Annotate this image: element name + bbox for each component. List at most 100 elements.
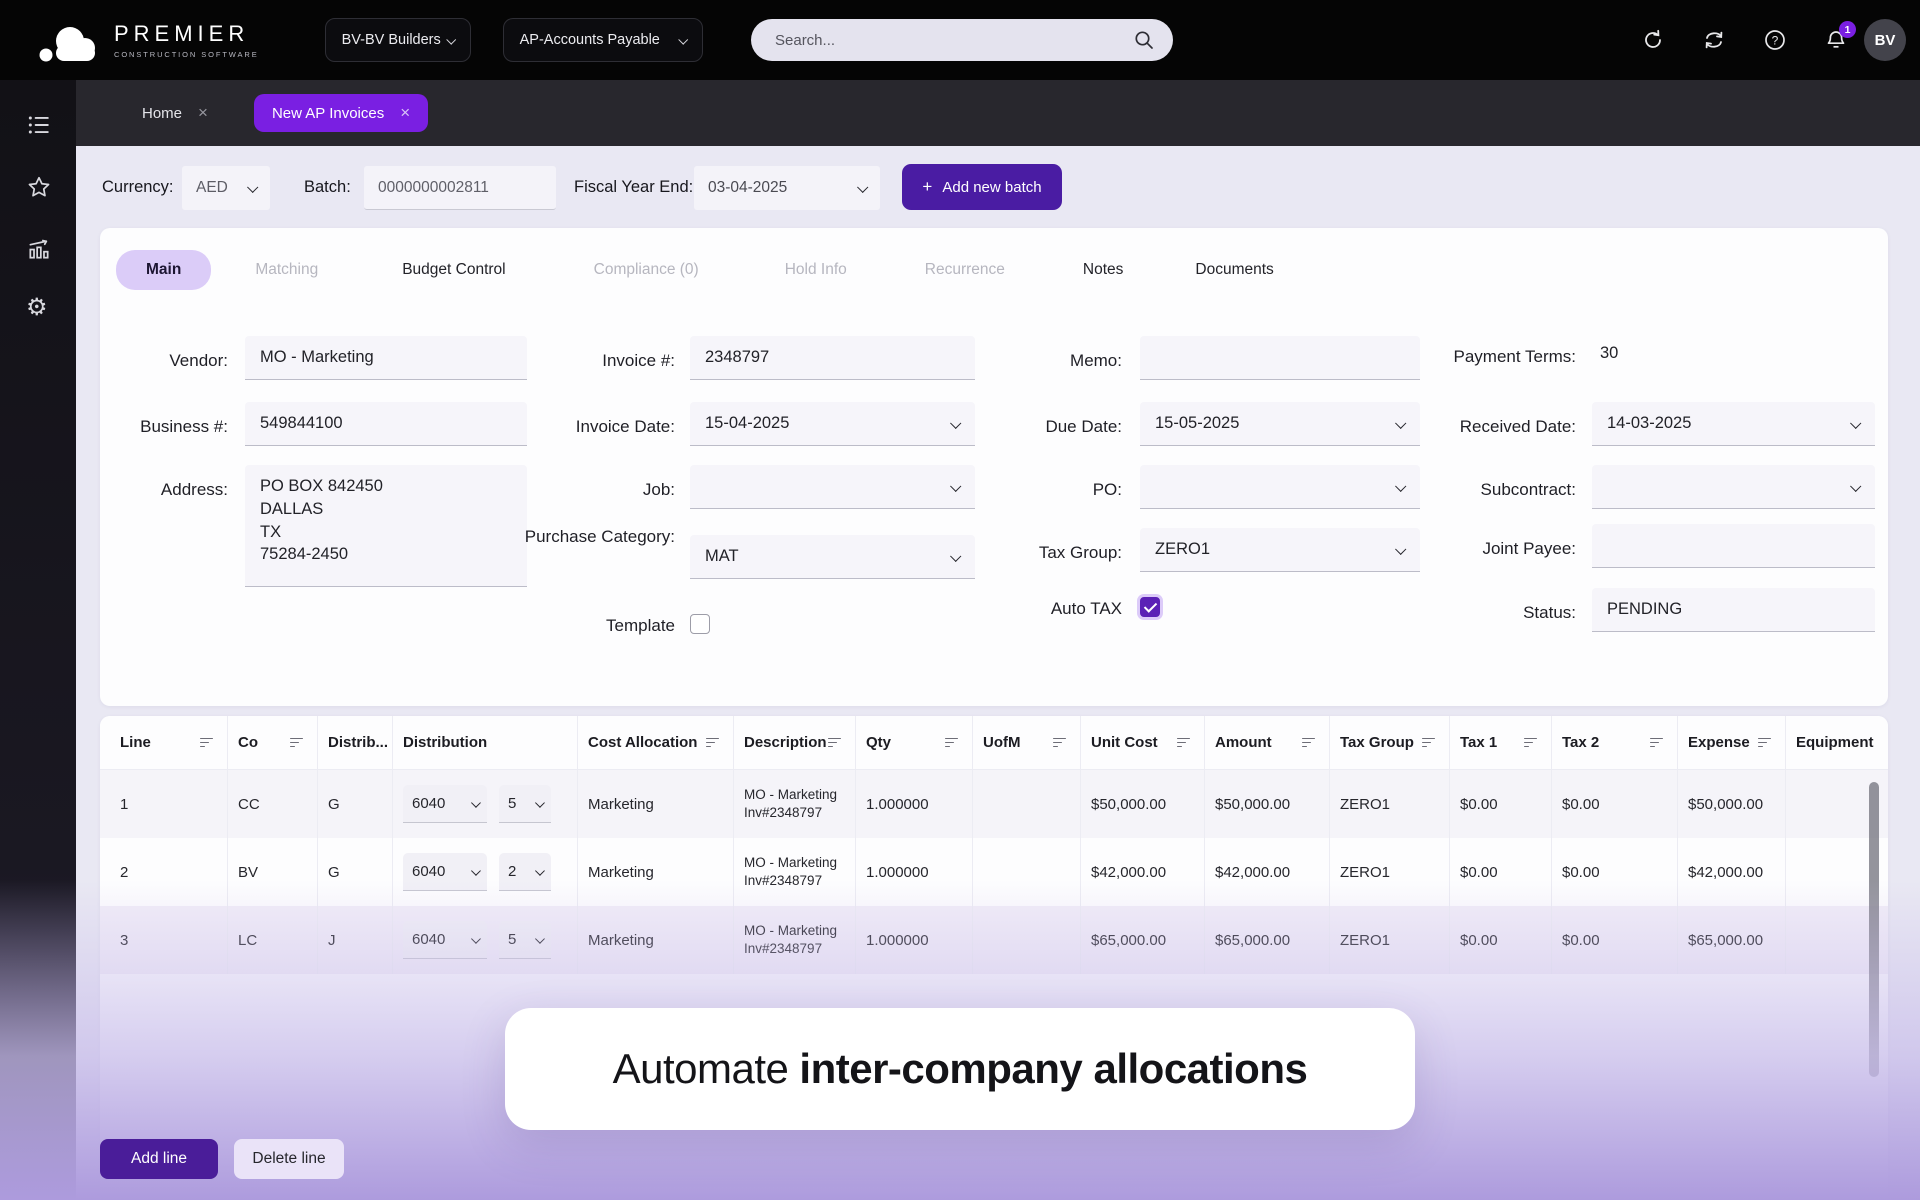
filter-icon[interactable] — [1758, 738, 1771, 748]
filter-icon[interactable] — [1524, 738, 1537, 748]
job-select[interactable] — [690, 465, 975, 509]
star-icon[interactable] — [26, 174, 52, 200]
close-icon[interactable]: × — [198, 103, 208, 123]
tab-compliance[interactable]: Compliance (0) — [594, 261, 699, 279]
filter-icon[interactable] — [1422, 738, 1435, 748]
app-window: PREMIER CONSTRUCTION SOFTWARE BV-BV Buil… — [0, 0, 1920, 1200]
search-bar[interactable] — [751, 19, 1173, 61]
delete-line-button[interactable]: Delete line — [234, 1139, 344, 1179]
cell-distrib: J — [318, 906, 393, 974]
template-checkbox[interactable] — [690, 614, 710, 634]
due-date-label: Due Date: — [967, 414, 1122, 440]
module-selector-label: AP-Accounts Payable — [520, 32, 660, 48]
business-number-input[interactable]: 549844100 — [245, 402, 527, 446]
table-row[interactable]: 2 BV G 6040 2 Marketing MO - Marketing I… — [100, 838, 1888, 906]
distribution-account-select[interactable]: 6040 — [403, 921, 487, 959]
cell-tax-2: $0.00 — [1552, 770, 1678, 838]
subcontract-select[interactable] — [1592, 465, 1875, 509]
sync-icon[interactable] — [1702, 28, 1726, 52]
refresh-icon[interactable] — [1641, 28, 1665, 52]
payment-terms-value: 30 — [1600, 344, 1618, 363]
gear-icon[interactable]: ⚙ — [26, 296, 52, 322]
close-icon[interactable]: × — [400, 103, 410, 123]
distribution-account-select[interactable]: 6040 — [403, 785, 487, 823]
cell-distribution: 6040 5 — [393, 770, 578, 838]
filter-icon[interactable] — [290, 738, 303, 748]
search-input[interactable] — [775, 32, 1133, 49]
tab-hold-info[interactable]: Hold Info — [785, 261, 847, 279]
distribution-sub-select[interactable]: 5 — [499, 921, 551, 959]
tab-home[interactable]: Home × — [124, 94, 226, 132]
filter-icon[interactable] — [200, 738, 213, 748]
search-icon[interactable] — [1133, 29, 1155, 51]
col-header-amount: Amount — [1205, 716, 1330, 769]
cell-cost-allocation: Marketing — [578, 906, 734, 974]
joint-payee-input[interactable] — [1592, 524, 1875, 568]
cell-tax-1: $0.00 — [1450, 770, 1552, 838]
purchase-category-label: Purchase Category: — [520, 524, 675, 550]
col-header-uofm: UofM — [973, 716, 1081, 769]
analytics-icon[interactable] — [26, 236, 52, 262]
filter-icon[interactable] — [1053, 738, 1066, 748]
tab-matching[interactable]: Matching — [255, 261, 318, 279]
module-selector[interactable]: AP-Accounts Payable — [503, 18, 703, 62]
add-new-batch-button[interactable]: + Add new batch — [902, 164, 1062, 210]
purchase-category-select[interactable]: MAT — [690, 535, 975, 579]
tab-recurrence[interactable]: Recurrence — [925, 261, 1005, 279]
currency-select[interactable]: AED — [182, 166, 270, 210]
cell-expense: $42,000.00 — [1678, 838, 1786, 906]
chevron-down-icon — [1395, 417, 1406, 428]
col-header-equipment: Equipment — [1786, 716, 1888, 769]
distribution-sub-select[interactable]: 2 — [499, 853, 551, 891]
company-selector[interactable]: BV-BV Builders — [325, 18, 471, 62]
help-icon[interactable]: ? — [1763, 28, 1787, 52]
filter-icon[interactable] — [945, 738, 958, 748]
filter-icon[interactable] — [1302, 738, 1315, 748]
table-row[interactable]: 1 CC G 6040 5 Marketing MO - Marketing I… — [100, 770, 1888, 838]
tab-new-ap-invoices[interactable]: New AP Invoices × — [254, 94, 428, 132]
vendor-input[interactable]: MO - Marketing — [245, 336, 527, 380]
col-header-tax-2: Tax 2 — [1552, 716, 1678, 769]
invoice-form-card: Main Matching Budget Control Compliance … — [100, 228, 1888, 706]
auto-tax-checkbox[interactable] — [1140, 597, 1160, 617]
add-line-button[interactable]: Add line — [100, 1139, 218, 1179]
tab-budget-control[interactable]: Budget Control — [402, 261, 505, 279]
tab-documents[interactable]: Documents — [1195, 261, 1273, 279]
chevron-down-icon — [535, 798, 544, 807]
address-input[interactable]: PO BOX 842450 DALLAS TX 75284-2450 — [245, 465, 527, 587]
cell-uofm — [973, 770, 1081, 838]
filter-icon[interactable] — [706, 738, 719, 748]
memo-input[interactable] — [1140, 336, 1420, 380]
distribution-account-select[interactable]: 6040 — [403, 853, 487, 891]
tax-group-select[interactable]: ZERO1 — [1140, 528, 1420, 572]
template-label: Template — [520, 613, 675, 639]
chevron-down-icon — [1395, 480, 1406, 491]
tab-notes[interactable]: Notes — [1083, 261, 1124, 279]
tab-main[interactable]: Main — [116, 250, 211, 290]
filter-icon[interactable] — [828, 738, 841, 748]
status-field: PENDING — [1592, 588, 1875, 632]
filter-icon[interactable] — [1650, 738, 1663, 748]
batch-input[interactable]: 0000000002811 — [364, 166, 556, 210]
avatar[interactable]: BV — [1864, 19, 1906, 61]
col-header-tax-group: Tax Group — [1330, 716, 1450, 769]
invoice-date-select[interactable]: 15-04-2025 — [690, 402, 975, 446]
cell-description: MO - Marketing Inv#2348797 — [734, 906, 856, 974]
list-icon[interactable] — [26, 112, 52, 138]
invoice-date-label: Invoice Date: — [520, 414, 675, 440]
due-date-select[interactable]: 15-05-2025 — [1140, 402, 1420, 446]
distribution-sub-select[interactable]: 5 — [499, 785, 551, 823]
invoice-number-input[interactable]: 2348797 — [690, 336, 975, 380]
po-select[interactable] — [1140, 465, 1420, 509]
filter-icon[interactable] — [1177, 738, 1190, 748]
job-label: Job: — [520, 477, 675, 503]
chevron-down-icon — [535, 866, 544, 875]
header-icon-group: ? 1 — [1641, 0, 1848, 80]
table-row[interactable]: 3 LC J 6040 5 Marketing MO - Marketing I… — [100, 906, 1888, 974]
bell-icon[interactable]: 1 — [1824, 28, 1848, 52]
currency-value: AED — [196, 179, 228, 197]
received-date-select[interactable]: 14-03-2025 — [1592, 402, 1875, 446]
table-scrollbar[interactable] — [1869, 782, 1879, 1077]
marketing-callout: Automate inter-company allocations — [505, 1008, 1415, 1130]
fiscal-year-end-select[interactable]: 03-04-2025 — [694, 166, 880, 210]
